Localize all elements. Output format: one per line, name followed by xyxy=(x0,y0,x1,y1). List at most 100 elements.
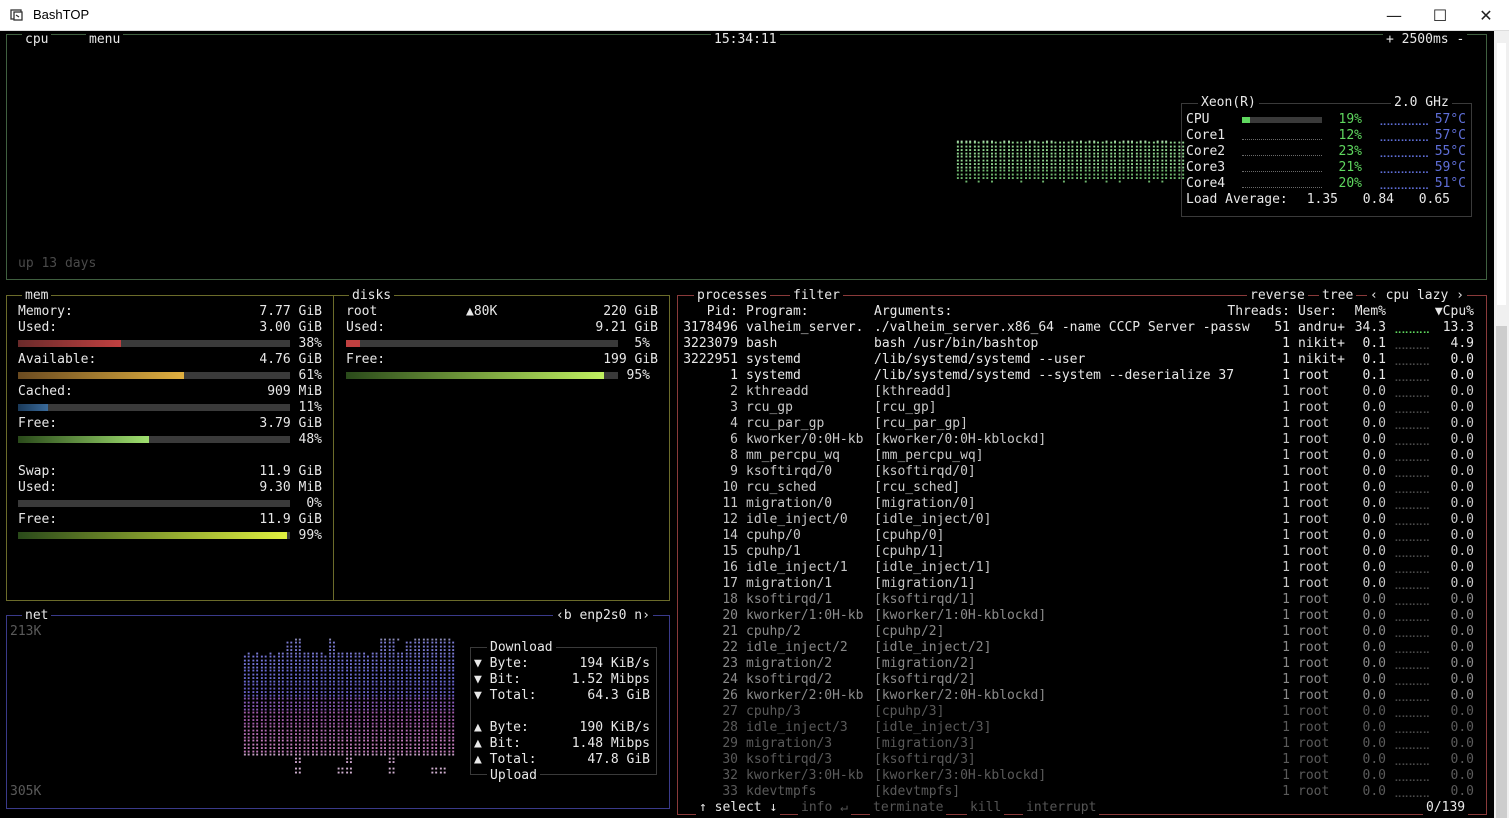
process-cpu-graph: ⣀⣀⣀⣀⣀ xyxy=(1394,673,1430,686)
process-cpu-graph: ⣀⣀⣀⣀⣀ xyxy=(1394,625,1430,638)
net-interface-selector[interactable]: ‹b enp2s0 n› xyxy=(553,609,653,623)
load-average-label: Load Average: xyxy=(1186,192,1288,207)
maximize-button[interactable]: ☐ xyxy=(1417,0,1463,31)
process-mem: 0.0 xyxy=(1362,608,1386,623)
process-pid: 6 xyxy=(730,432,738,447)
process-user: root xyxy=(1298,400,1330,415)
process-pid: 4 xyxy=(730,416,738,431)
process-pid: 18 xyxy=(722,592,738,607)
process-user: root xyxy=(1298,704,1330,719)
process-cpu: 0.0 xyxy=(1450,592,1474,607)
process-program: migration/2 xyxy=(746,656,833,671)
cpu-core-percent: 21% xyxy=(1338,160,1362,175)
process-pid: 3222951 xyxy=(683,352,738,367)
reverse-toggle[interactable]: reverse xyxy=(1247,289,1308,303)
disk-io: ▲80K xyxy=(466,304,498,319)
kill-button[interactable]: kill xyxy=(967,801,1005,815)
process-pid: 1 xyxy=(730,368,738,383)
process-threads: 1 xyxy=(1282,464,1290,479)
process-user: root xyxy=(1298,624,1330,639)
filter-button[interactable]: filter xyxy=(790,289,843,303)
process-mem: 0.0 xyxy=(1362,704,1386,719)
process-cpu-graph: ⣀⣀⣀⣀⣀ xyxy=(1394,593,1430,606)
update-interval[interactable]: + 2500ms - xyxy=(1383,33,1468,47)
info-button[interactable]: info ↵ xyxy=(798,801,851,815)
process-program: migration/1 xyxy=(746,576,833,591)
process-user: root xyxy=(1298,496,1330,511)
process-arguments: [ksoftirqd/0] xyxy=(874,464,976,479)
process-pid: 29 xyxy=(722,736,738,751)
tree-toggle[interactable]: tree xyxy=(1319,289,1357,303)
process-cpu-graph: ⣀⣀⣀⣀⣀ xyxy=(1394,577,1430,590)
menu-button[interactable]: menu xyxy=(86,33,124,47)
process-mem: 0.0 xyxy=(1362,656,1386,671)
clock: 15:34:11 xyxy=(711,33,780,47)
process-mem: 0.0 xyxy=(1362,432,1386,447)
process-program: ksoftirqd/3 xyxy=(746,752,833,767)
process-mem: 0.0 xyxy=(1362,784,1386,799)
process-mem: 0.0 xyxy=(1362,464,1386,479)
minimize-button[interactable]: — xyxy=(1371,0,1417,31)
process-mem: 0.1 xyxy=(1362,368,1386,383)
process-arguments: [rcu_gp] xyxy=(874,400,937,415)
process-user: nikit+ xyxy=(1298,336,1345,351)
process-user: root xyxy=(1298,368,1330,383)
process-mem: 0.0 xyxy=(1362,544,1386,559)
sort-selector[interactable]: ‹ cpu lazy › xyxy=(1367,289,1467,303)
process-pid: 20 xyxy=(722,608,738,623)
process-user: root xyxy=(1298,608,1330,623)
process-program: kthreadd xyxy=(746,384,809,399)
process-threads: 51 xyxy=(1274,320,1290,335)
process-program: kworker/0:0H-kb xyxy=(746,432,864,447)
process-cpu: 0.0 xyxy=(1450,608,1474,623)
process-threads: 1 xyxy=(1282,368,1290,383)
process-arguments: /lib/systemd/systemd --system --deserial… xyxy=(874,368,1235,383)
process-mem: 0.0 xyxy=(1362,448,1386,463)
process-cpu-graph: ⣀⣀⣀⣀⣀ xyxy=(1394,785,1430,798)
process-cpu: 0.0 xyxy=(1450,448,1474,463)
process-threads: 1 xyxy=(1282,640,1290,655)
process-program: kdevtmpfs xyxy=(746,784,817,799)
process-arguments: [cpuhp/1] xyxy=(874,544,945,559)
process-threads: 1 xyxy=(1282,784,1290,799)
process-pid: 11 xyxy=(722,496,738,511)
terminate-button[interactable]: terminate xyxy=(870,801,947,815)
process-cpu: 0.0 xyxy=(1450,672,1474,687)
process-program: idle_inject/0 xyxy=(746,512,848,527)
process-program: valheim_server. xyxy=(746,320,864,335)
process-threads: 1 xyxy=(1282,352,1290,367)
process-user: root xyxy=(1298,432,1330,447)
scrollbar[interactable] xyxy=(1494,31,1509,818)
process-pid: 24 xyxy=(722,672,738,687)
process-user: root xyxy=(1298,784,1330,799)
process-mem: 0.0 xyxy=(1362,480,1386,495)
process-arguments: [kworker/1:0H-kblockd] xyxy=(874,608,1047,623)
process-cpu-graph: ⣀⣀⣀⣀⣀ xyxy=(1394,689,1430,702)
process-mem: 0.0 xyxy=(1362,592,1386,607)
scrollbar-track xyxy=(1497,43,1506,305)
process-arguments: /lib/systemd/systemd --user xyxy=(874,352,1086,367)
interrupt-button[interactable]: interrupt xyxy=(1023,801,1100,815)
process-cpu: 0.0 xyxy=(1450,368,1474,383)
process-mem: 0.0 xyxy=(1362,688,1386,703)
scrollbar-thumb[interactable] xyxy=(1496,326,1507,818)
process-cpu: 0.0 xyxy=(1450,720,1474,735)
process-threads: 1 xyxy=(1282,496,1290,511)
process-cpu: 0.0 xyxy=(1450,352,1474,367)
process-threads: 1 xyxy=(1282,672,1290,687)
select-hint[interactable]: ↑ select ↓ xyxy=(696,801,781,815)
process-mem: 34.3 xyxy=(1354,320,1386,335)
app-icon xyxy=(10,9,23,21)
process-cpu-graph: ⣀⣀⣀⣀⣀ xyxy=(1394,433,1430,446)
process-program: kworker/2:0H-kb xyxy=(746,688,864,703)
process-arguments: [rcu_sched] xyxy=(874,480,961,495)
process-threads: 1 xyxy=(1282,688,1290,703)
process-pid: 33 xyxy=(722,784,738,799)
process-cpu: 0.0 xyxy=(1450,768,1474,783)
process-program: systemd xyxy=(746,368,801,383)
cpu-box-label[interactable]: cpu xyxy=(22,33,52,47)
process-cpu: 0.0 xyxy=(1450,752,1474,767)
process-pid: 15 xyxy=(722,544,738,559)
cpu-core-name: Core3 xyxy=(1186,160,1226,175)
close-button[interactable]: ✕ xyxy=(1463,0,1509,31)
